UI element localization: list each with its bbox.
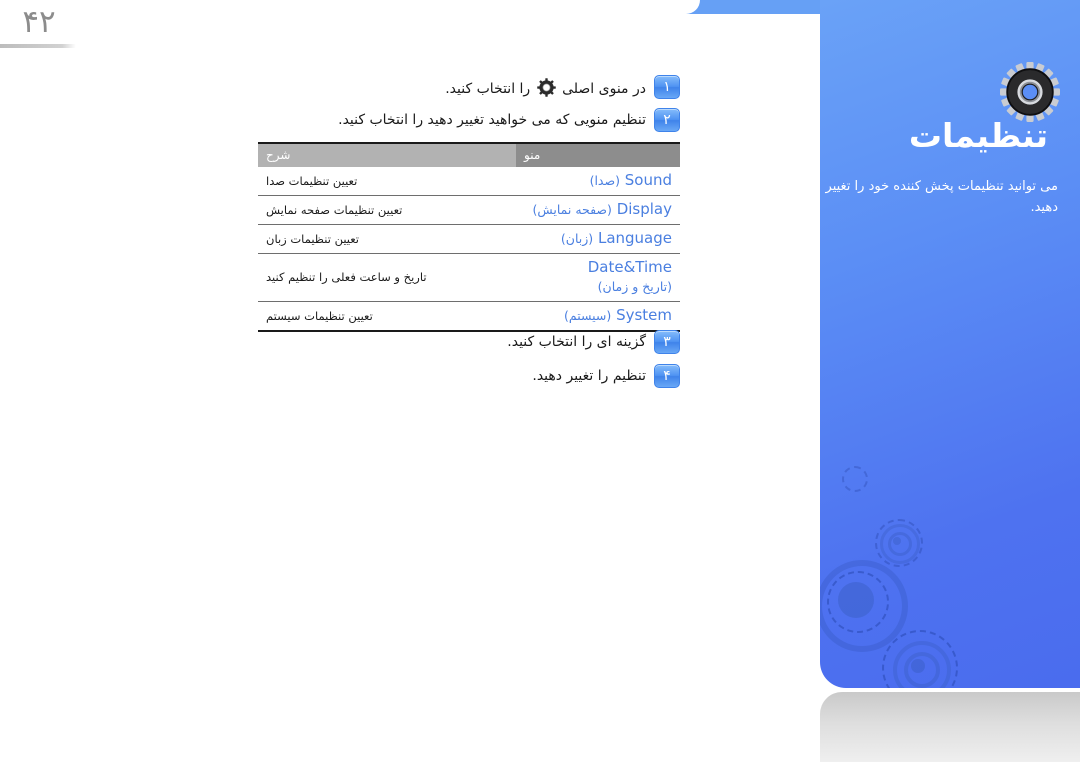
step-1-text: در منوی اصلی را انتخاب کنید.	[445, 77, 646, 97]
menu-label-en: System	[616, 306, 672, 324]
table-row: Display (صفحه نمایش) تعیین تنظیمات صفحه …	[258, 195, 680, 225]
deco-dot-bottom	[911, 659, 925, 673]
table-body: Sound (صدا) تعیین تنظیمات صدا Display (ص…	[258, 167, 680, 332]
menu-cell-display: Display (صفحه نمایش)	[516, 195, 680, 225]
menu-label-fa: (تاریخ و زمان)	[597, 279, 672, 294]
table-row: System (سیستم) تعیین تنظیمات سیستم	[258, 301, 680, 332]
table-row: Sound (صدا) تعیین تنظیمات صدا	[258, 167, 680, 196]
deco-ring-mid-inner	[888, 532, 912, 556]
menu-label-en: Sound	[624, 171, 672, 189]
menu-cell-system: System (سیستم)	[516, 301, 680, 332]
step-4-badge: ۴	[654, 364, 680, 388]
page-description: می توانید تنظیمات پخش کننده خود را تغییر…	[825, 179, 1058, 215]
table-header-menu: منو	[516, 142, 680, 167]
step-2-row: ۲ تنظیم منویی که می خواهید تغییر دهید را…	[338, 108, 680, 132]
menu-label-en: Date&Time	[587, 258, 672, 276]
step-1-text-after: را انتخاب کنید.	[445, 80, 531, 97]
gear-icon	[536, 77, 556, 97]
description-cell-datetime: تاریخ و ساعت فعلی را تنظیم کنید	[258, 253, 516, 302]
step-2-text: تنظیم منویی که می خواهید تغییر دهید را ا…	[338, 112, 646, 128]
menu-label-en: Language	[597, 229, 672, 247]
step-4-text: تنظیم را تغییر دهید.	[532, 368, 646, 384]
deco-dot-mid	[893, 537, 901, 545]
table-row: Language (زبان) تعیین تنظیمات زبان	[258, 224, 680, 254]
menu-label-fa: (زبان)	[560, 231, 594, 246]
description-cell-system: تعیین تنظیمات سیستم	[258, 301, 516, 332]
settings-menu-table-wrap: منو شرح Sound (صدا) تعیین تنظیمات صدا Di…	[258, 142, 680, 332]
side-panel-inner: تنظیمات می توانید تنظیمات پخش کننده خود …	[820, 0, 1080, 688]
gear-icon	[1000, 62, 1060, 122]
menu-label-fa: (صفحه نمایش)	[532, 202, 612, 217]
page-title: تنظیمات	[908, 116, 1048, 155]
table-head: منو شرح	[258, 142, 680, 167]
step-3-row: ۳ گزینه ای را انتخاب کنید.	[507, 330, 680, 354]
menu-cell-sound: Sound (صدا)	[516, 167, 680, 196]
table-header-description: شرح	[258, 142, 516, 167]
main-content: ۱ در منوی اصلی را انتخاب کنید. ۲ تنظیم م…	[0, 0, 820, 762]
step-1-text-before: در منوی اصلی	[562, 80, 646, 97]
table-row: Date&Time (تاریخ و زمان) تاریخ و ساعت فع…	[258, 253, 680, 302]
step-3-text: گزینه ای را انتخاب کنید.	[507, 334, 646, 350]
menu-label-fa: (صدا)	[589, 173, 620, 188]
footer-block	[820, 692, 1080, 762]
deco-dot-large	[838, 582, 874, 618]
description-cell-display: تعیین تنظیمات صفحه نمایش	[258, 195, 516, 225]
menu-label-en: Display	[616, 200, 672, 218]
step-2-badge: ۲	[654, 108, 680, 132]
menu-label-fa: (سیستم)	[564, 308, 612, 323]
step-1-row: ۱ در منوی اصلی را انتخاب کنید.	[445, 75, 680, 99]
step-3-badge: ۳	[654, 330, 680, 354]
menu-cell-datetime: Date&Time (تاریخ و زمان)	[516, 253, 680, 302]
menu-cell-language: Language (زبان)	[516, 224, 680, 254]
settings-side-panel: تنظیمات می توانید تنظیمات پخش کننده خود …	[820, 0, 1080, 688]
settings-menu-table: منو شرح Sound (صدا) تعیین تنظیمات صدا Di…	[258, 142, 680, 332]
description-cell-language: تعیین تنظیمات زبان	[258, 224, 516, 254]
table-header-row: منو شرح	[258, 142, 680, 167]
step-4-row: ۴ تنظیم را تغییر دهید.	[532, 364, 680, 388]
description-cell-sound: تعیین تنظیمات صدا	[258, 167, 516, 196]
deco-dashed-circle-small	[842, 466, 868, 492]
step-1-badge: ۱	[654, 75, 680, 99]
